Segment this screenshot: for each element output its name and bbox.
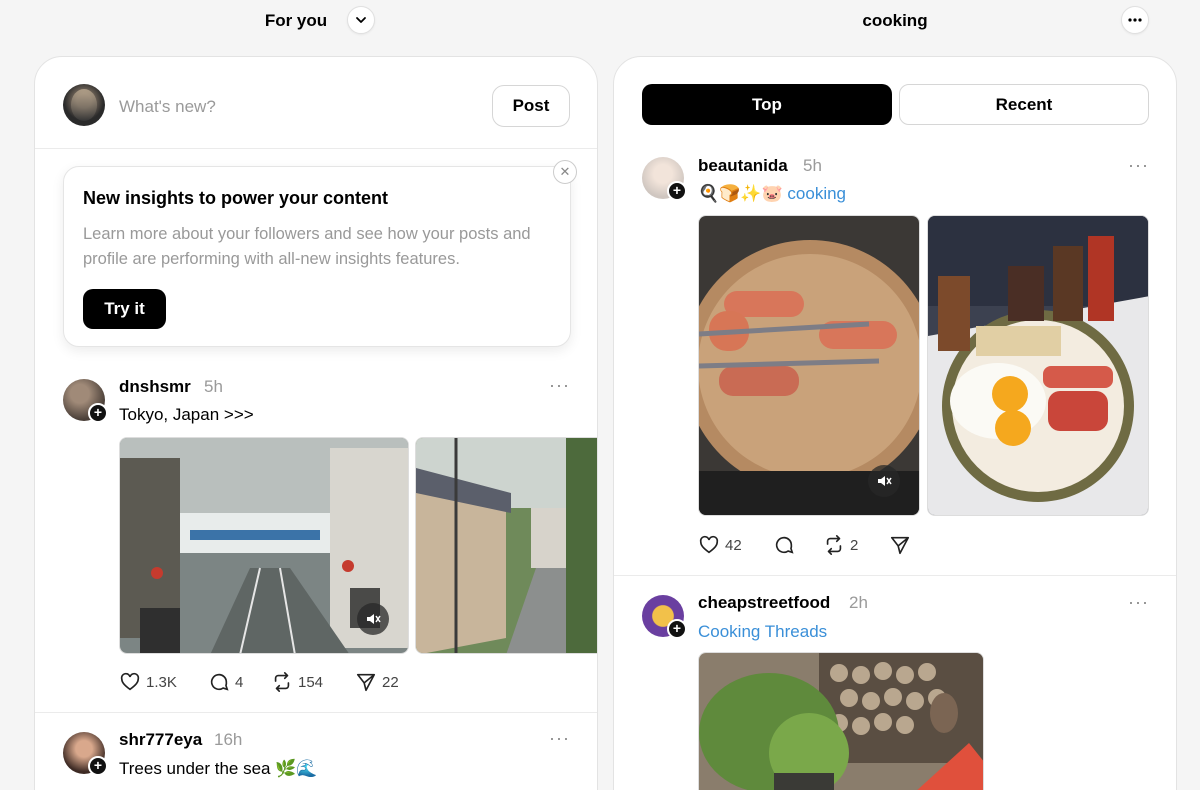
feed-switcher-button[interactable] [347, 6, 375, 34]
composer: What's new? Post [35, 57, 597, 149]
follow-plus-icon[interactable]: + [667, 619, 687, 639]
more-horizontal-icon[interactable]: ··· [1128, 592, 1149, 613]
cooking-feed: Top Recent + beautanida 5h ··· 🍳🍞✨🐷 cook… [613, 56, 1177, 790]
for-you-header: For you [34, 0, 558, 42]
like-count: 1.3K [146, 673, 177, 691]
share-button[interactable] [889, 534, 911, 556]
cooking-title: cooking [862, 11, 928, 30]
post-time: 5h [803, 156, 822, 175]
more-horizontal-icon[interactable]: ··· [549, 728, 570, 749]
comment-count: 4 [235, 673, 244, 691]
post-divider [35, 712, 597, 713]
follow-plus-icon[interactable]: + [88, 756, 108, 776]
post-username[interactable]: dnshsmr [119, 377, 191, 397]
heart-icon [120, 672, 140, 691]
like-button[interactable]: 1.3K [119, 671, 177, 693]
comment-button[interactable] [773, 534, 795, 556]
send-icon [890, 536, 910, 555]
insights-body: Learn more about your followers and see … [83, 225, 531, 268]
like-count: 42 [725, 536, 742, 554]
comment-icon [775, 536, 794, 554]
cooking-header: cooking [613, 0, 1177, 42]
more-horizontal-icon[interactable]: ··· [1128, 155, 1149, 176]
send-icon [356, 673, 376, 692]
post-caption: Tokyo, Japan >>> [119, 405, 254, 424]
topic-link[interactable]: cooking [787, 184, 846, 203]
speaker-muted-icon[interactable] [868, 465, 900, 497]
chevron-down-icon [356, 17, 366, 23]
post-username[interactable]: beautanida [698, 156, 788, 176]
repost-icon [826, 535, 842, 555]
repost-count: 2 [850, 536, 859, 554]
insights-title: New insights to power your content [83, 188, 389, 208]
post-image-alley[interactable] [415, 437, 597, 654]
like-button[interactable]: 42 [698, 534, 742, 556]
insights-card: New insights to power your content Learn… [63, 166, 571, 347]
speaker-muted-icon[interactable] [357, 603, 389, 635]
more-horizontal-icon [1128, 18, 1142, 22]
post-topic-line: 🍳🍞✨🐷 cooking [698, 184, 846, 204]
tab-recent[interactable]: Recent [899, 84, 1149, 125]
try-it-button[interactable]: Try it [83, 289, 166, 329]
post-time: 16h [214, 730, 243, 749]
whats-new-input[interactable]: What's new? [119, 97, 216, 117]
share-count: 22 [382, 673, 399, 691]
post-caption: Trees under the sea 🌿🌊 [119, 759, 318, 778]
alley-photo [416, 438, 597, 653]
post-username[interactable]: cheapstreetfood [698, 593, 830, 613]
repost-button[interactable]: 2 [823, 534, 858, 556]
comment-icon [210, 673, 229, 691]
column-options-button[interactable] [1121, 6, 1149, 34]
for-you-title: For you [264, 11, 328, 30]
comment-button[interactable]: 4 [208, 671, 243, 693]
repost-count: 154 [298, 673, 324, 691]
for-you-feed: What's new? Post New insights to power y… [34, 56, 598, 790]
post-username[interactable]: shr777eya [119, 730, 202, 750]
street-food-photo [699, 653, 983, 790]
my-avatar[interactable] [63, 84, 105, 126]
topic-link[interactable]: Cooking Threads [698, 622, 827, 642]
heart-icon [699, 535, 719, 554]
tab-top[interactable]: Top [642, 84, 892, 125]
topic-emoji: 🍳🍞✨🐷 [698, 184, 783, 203]
follow-plus-icon[interactable]: + [667, 181, 687, 201]
post-image-street-food[interactable] [698, 652, 984, 790]
post-time: 2h [849, 593, 868, 612]
repost-icon [274, 672, 290, 692]
close-icon[interactable]: ✕ [553, 160, 577, 184]
share-button[interactable]: 22 [355, 671, 399, 693]
more-horizontal-icon[interactable]: ··· [549, 375, 570, 396]
post-time: 5h [204, 377, 223, 396]
post-button[interactable]: Post [492, 85, 570, 127]
follow-plus-icon[interactable]: + [88, 403, 108, 423]
repost-button[interactable]: 154 [271, 671, 323, 693]
post-image-breakfast[interactable] [927, 215, 1149, 516]
post-divider [614, 575, 1176, 576]
breakfast-plate-photo [928, 216, 1148, 515]
